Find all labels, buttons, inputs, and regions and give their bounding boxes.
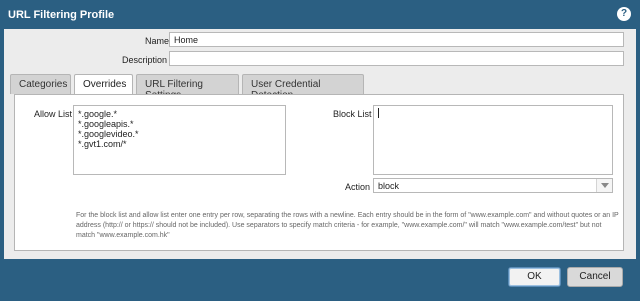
action-select[interactable]: block — [373, 178, 613, 193]
cancel-button[interactable]: Cancel — [567, 267, 623, 287]
tab-categories[interactable]: Categories — [10, 74, 71, 94]
chevron-down-icon[interactable] — [596, 179, 612, 192]
ok-button[interactable]: OK — [508, 267, 561, 287]
tab-user-credential-detection[interactable]: User Credential Detection — [242, 74, 364, 101]
name-input[interactable]: Home — [169, 32, 624, 47]
help-icon[interactable]: ? — [617, 7, 631, 21]
description-label: Description — [122, 55, 168, 65]
name-label: Name — [145, 36, 170, 46]
allow-list-textarea[interactable]: *.google.* *.googleapis.* *.googlevideo.… — [73, 105, 286, 175]
dialog-title: URL Filtering Profile — [8, 9, 115, 21]
description-input[interactable] — [169, 51, 624, 66]
action-selected-value: block — [378, 181, 400, 191]
block-list-textarea[interactable] — [373, 105, 613, 175]
overrides-help-text: For the block list and allow list enter … — [76, 212, 619, 239]
action-label: Action — [345, 182, 371, 192]
tab-overrides[interactable]: Overrides — [74, 74, 133, 95]
tab-url-filtering-settings[interactable]: URL Filtering Settings — [136, 74, 239, 101]
text-cursor — [378, 108, 379, 118]
allow-list-label: Allow List — [34, 109, 73, 119]
dialog-titlebar: URL Filtering Profile ? — [0, 0, 640, 29]
block-list-label: Block List — [333, 109, 372, 119]
